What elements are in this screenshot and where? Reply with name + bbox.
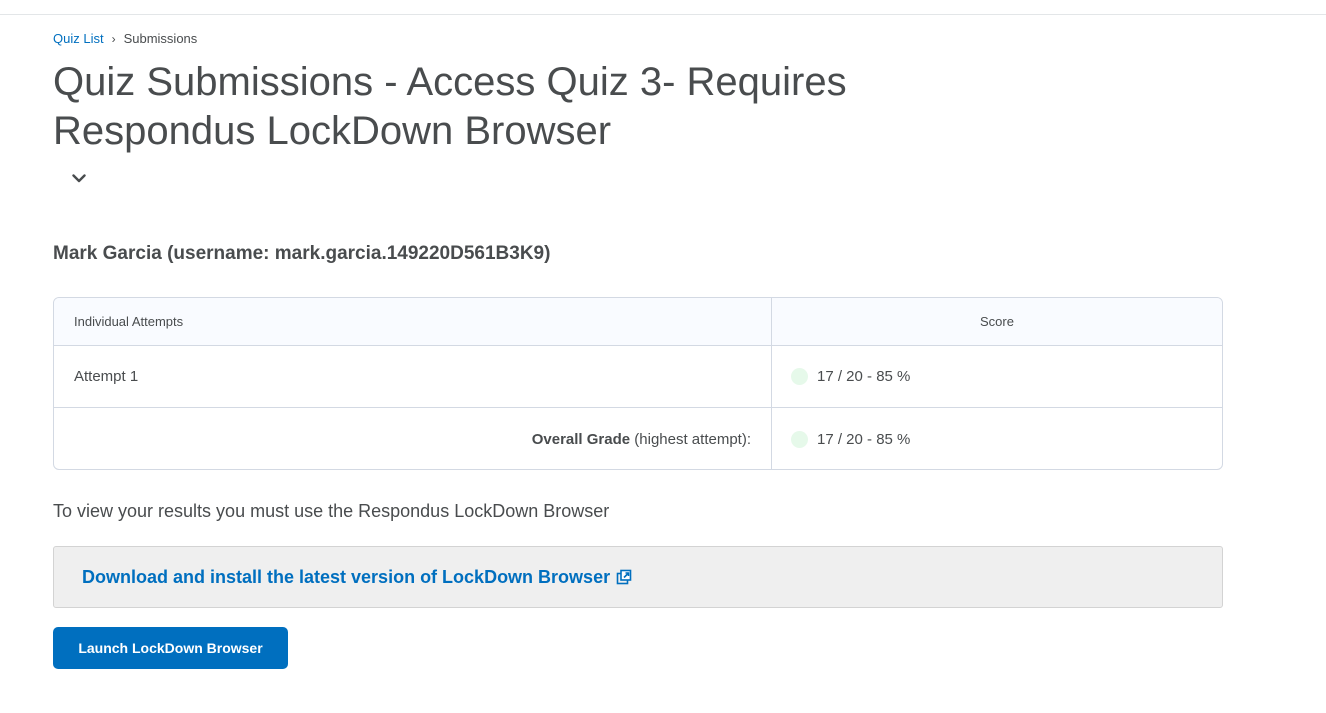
column-header-score: Score [980, 314, 1014, 329]
external-link-icon [616, 569, 632, 585]
breadcrumb-current: Submissions [123, 31, 198, 46]
breadcrumb-quiz-list-link[interactable]: Quiz List [53, 31, 104, 47]
attempts-table: Individual Attempts Score Attempt 1 17 /… [53, 297, 1223, 470]
overall-grade-row: Overall Grade (highest attempt): 17 / 20… [54, 408, 1222, 469]
lockdown-info-text: To view your results you must use the Re… [53, 501, 610, 521]
download-panel: Download and install the latest version … [53, 546, 1223, 608]
column-header-attempts: Individual Attempts [54, 298, 772, 345]
attempt-score-cell: 17 / 20 - 85 % [772, 346, 1222, 407]
overall-grade-score: 17 / 20 - 85 % [817, 430, 911, 448]
chevron-down-icon [72, 173, 86, 182]
attempt-label: Attempt 1 [54, 346, 772, 407]
overall-grade-label: Overall Grade (highest attempt): [54, 408, 772, 469]
attempt-score: 17 / 20 - 85 % [817, 368, 911, 385]
download-link-label: Download and install the latest version … [82, 566, 611, 587]
table-header-row: Individual Attempts Score [54, 298, 1222, 346]
overall-grade-label-bold: Overall Grade [531, 430, 631, 448]
download-lockdown-link[interactable]: Download and install the latest version … [82, 567, 632, 588]
overall-grade-label-note: (highest attempt): [630, 430, 751, 448]
breadcrumb: Quiz List › Submissions [53, 31, 197, 47]
top-divider [0, 14, 1326, 15]
user-heading: Mark Garcia (username: mark.garcia.14922… [53, 243, 551, 264]
launch-lockdown-button[interactable]: Launch LockDown Browser [53, 627, 288, 669]
overall-grade-score-cell: 17 / 20 - 85 % [772, 408, 1222, 469]
breadcrumb-separator: › [111, 32, 116, 46]
page-title: Quiz Submissions - Access Quiz 3- Requir… [53, 60, 847, 153]
score-indicator-icon [791, 430, 808, 448]
score-indicator-icon [791, 368, 808, 385]
title-toggle-button[interactable] [69, 170, 89, 186]
table-row: Attempt 1 17 / 20 - 85 % [54, 346, 1222, 408]
